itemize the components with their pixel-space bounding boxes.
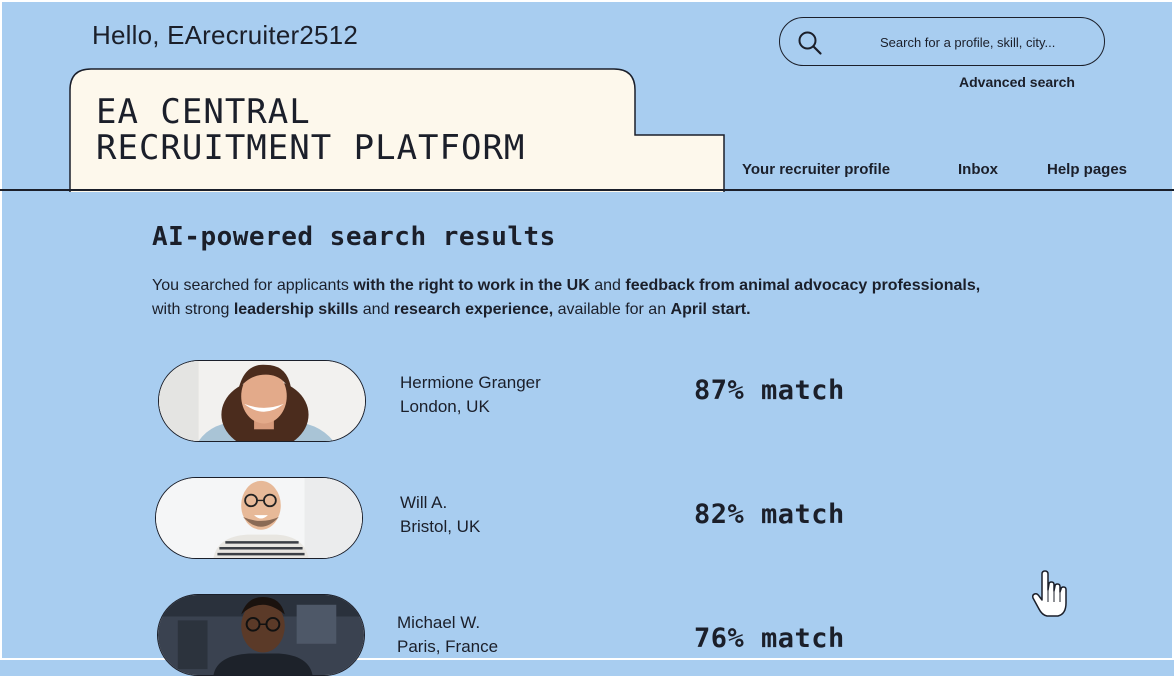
match-score: 87% match xyxy=(694,375,845,406)
applicant-name[interactable]: Michael W. xyxy=(397,611,480,635)
applicant-location: Bristol, UK xyxy=(400,517,481,536)
search-input[interactable] xyxy=(880,30,1085,54)
results-heading: AI-powered search results xyxy=(152,222,556,252)
applicant-location: Paris, France xyxy=(397,637,499,656)
nav-inbox[interactable]: Inbox xyxy=(958,161,998,178)
nav-recruiter-profile[interactable]: Your recruiter profile xyxy=(742,161,890,178)
applicant-photo[interactable] xyxy=(157,594,365,676)
applicant-photo[interactable] xyxy=(158,360,366,442)
applicant-name[interactable]: Will A. xyxy=(400,491,447,515)
nav-help-pages[interactable]: Help pages xyxy=(1047,161,1127,178)
advanced-search-link[interactable]: Advanced search xyxy=(959,74,1075,90)
applicant-name[interactable]: Hermione Granger xyxy=(400,371,541,395)
greeting: Hello, EArecruiter2512 xyxy=(92,20,358,50)
match-score: 82% match xyxy=(694,499,845,530)
search-query-summary: You searched for applicants with the rig… xyxy=(152,277,981,318)
search-bar[interactable] xyxy=(779,17,1105,66)
platform-title: EA CENTRAL RECRUITMENT PLATFORM xyxy=(96,92,526,168)
applicant-photo[interactable] xyxy=(155,477,363,559)
search-icon[interactable] xyxy=(797,30,823,56)
header-divider xyxy=(0,189,1174,191)
applicant-location: London, UK xyxy=(400,397,490,416)
hand-pointer-icon xyxy=(1031,570,1067,617)
match-score: 76% match xyxy=(694,623,845,654)
